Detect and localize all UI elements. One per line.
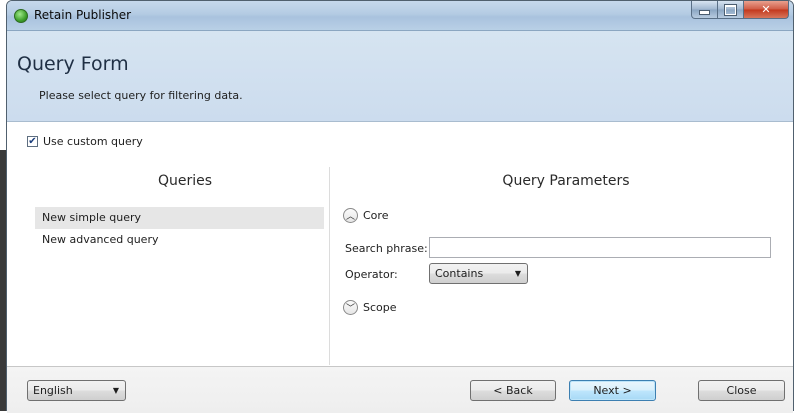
maximize-button[interactable]	[718, 1, 744, 19]
list-item[interactable]: New simple query	[35, 207, 324, 229]
queries-list: New simple query New advanced query	[35, 207, 324, 251]
operator-select[interactable]: Contains ▼	[429, 263, 528, 284]
next-button[interactable]: Next >	[569, 380, 656, 401]
operator-value: Contains	[435, 267, 484, 280]
queries-heading: Queries	[157, 173, 213, 189]
chevron-up-icon[interactable]: ︿	[343, 208, 358, 223]
query-parameters-heading: Query Parameters	[502, 173, 630, 189]
list-item[interactable]: New advanced query	[35, 229, 324, 251]
maximize-icon	[724, 3, 737, 16]
minimize-icon	[699, 10, 710, 15]
page-title: Query Form	[17, 53, 129, 75]
title-bar[interactable]: Retain Publisher ✕	[7, 1, 793, 31]
search-phrase-label: Search phrase:	[345, 242, 428, 255]
app-circle-icon	[14, 9, 28, 23]
checkbox-box[interactable]: ✔	[27, 136, 38, 147]
caret-down-icon: ▼	[112, 386, 119, 395]
language-select[interactable]: English ▼	[27, 380, 126, 401]
language-value: English	[33, 384, 73, 397]
footer-bar: English ▼ < Back Next > Close	[7, 366, 793, 413]
page-subtitle: Please select query for filtering data.	[39, 89, 243, 102]
core-section-label: Core	[363, 209, 389, 222]
app-window: Retain Publisher ✕ Query Form Please sel…	[6, 0, 794, 413]
close-window-button[interactable]: ✕	[744, 1, 789, 19]
search-phrase-input[interactable]	[429, 237, 771, 258]
back-button[interactable]: < Back	[470, 380, 556, 401]
window-title: Retain Publisher	[34, 8, 132, 22]
scope-section-label: Scope	[363, 301, 397, 314]
chevron-down-icon[interactable]: ﹀	[343, 300, 358, 315]
minimize-button[interactable]	[691, 1, 718, 19]
use-custom-query-checkbox[interactable]: ✔ Use custom query	[27, 135, 143, 148]
close-button[interactable]: Close	[698, 380, 785, 401]
page-header: Query Form Please select query for filte…	[7, 31, 793, 122]
close-icon: ✕	[761, 3, 771, 16]
scope-section-header[interactable]: ﹀ Scope	[343, 300, 397, 315]
checkmark-icon: ✔	[28, 135, 37, 147]
caret-down-icon: ▼	[514, 269, 521, 278]
operator-label: Operator:	[345, 268, 398, 281]
window-controls: ✕	[691, 1, 789, 21]
use-custom-query-label: Use custom query	[43, 135, 143, 148]
core-section-header[interactable]: ︿ Core	[343, 208, 388, 223]
panel-divider	[329, 167, 330, 365]
